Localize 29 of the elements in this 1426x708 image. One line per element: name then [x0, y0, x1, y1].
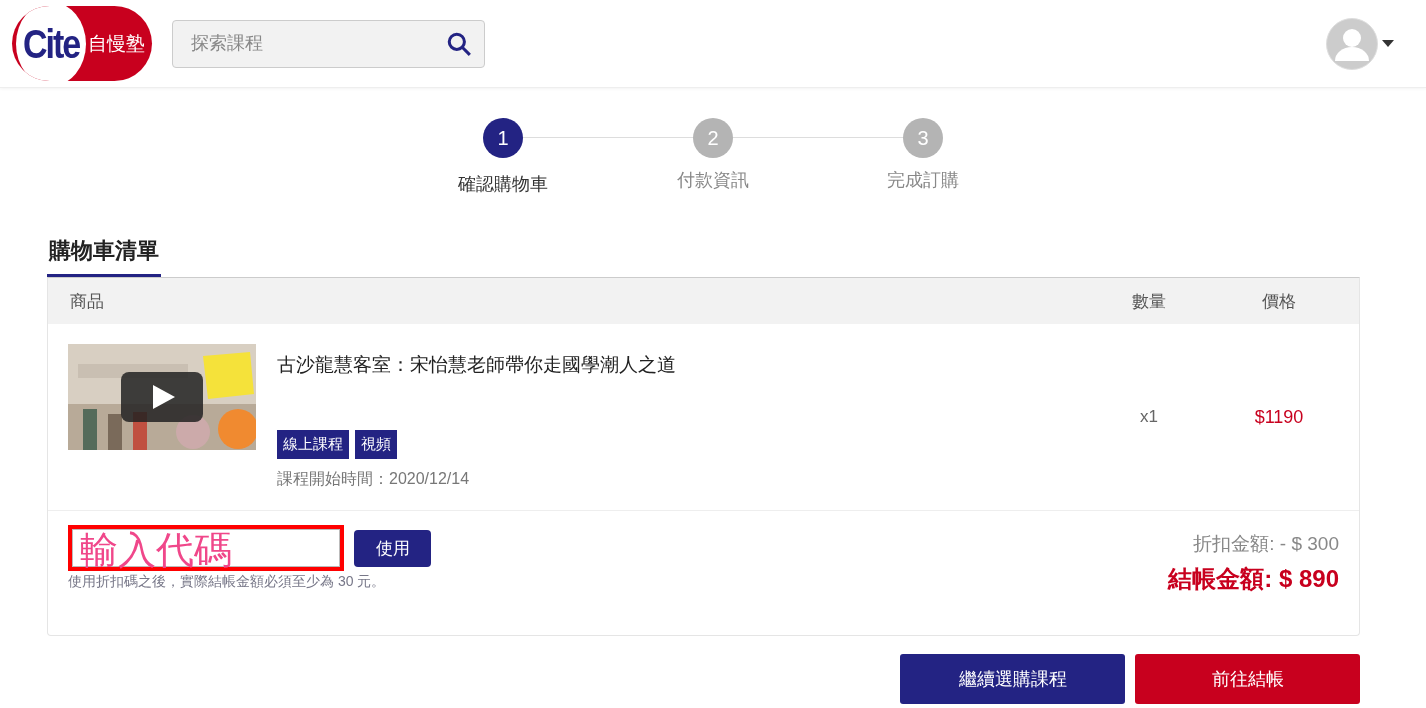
step-number: 2 — [693, 118, 733, 158]
quantity: x1 — [1139, 407, 1159, 427]
play-button-icon[interactable] — [121, 372, 203, 422]
step-label: 付款資訊 — [677, 169, 749, 192]
course-tag: 線上課程 — [277, 430, 349, 459]
coupon-note: 使用折扣碼之後，實際結帳金額必須至少為 30 元。 — [68, 573, 387, 591]
checkout-button[interactable]: 前往結帳 — [1135, 654, 1360, 704]
discount-amount: 折扣金額: - $ 300 — [1193, 532, 1339, 556]
caret-icon[interactable] — [1382, 40, 1394, 47]
step-label: 確認購物車 — [458, 173, 548, 196]
course-start-date: 課程開始時間：2020/12/14 — [277, 469, 471, 489]
continue-shopping-button[interactable]: 繼續選購課程 — [900, 654, 1125, 704]
step-number: 1 — [483, 118, 523, 158]
logo[interactable]: Cite 自慢塾 — [12, 6, 152, 81]
column-header: 數量 — [1131, 290, 1167, 313]
step-label: 完成訂購 — [887, 169, 959, 192]
course-tag: 視頻 — [355, 430, 397, 459]
apply-button[interactable]: 使用 — [354, 529, 431, 567]
annotation-text: 輸入代碼 — [80, 528, 232, 573]
course-title[interactable]: 古沙龍慧客室：宋怡慧老師帶你走國學潮人之道 — [277, 352, 1099, 378]
step-number: 3 — [903, 118, 943, 158]
price: $1190 — [1253, 406, 1305, 428]
search-bar[interactable]: 探索課程 — [172, 19, 485, 68]
column-header: 商品 — [70, 290, 105, 313]
coupon-field[interactable]: 輸入代碼 — [68, 525, 344, 571]
search-icon[interactable] — [446, 30, 472, 57]
column-header: 價格 — [1261, 290, 1297, 313]
total-amount: 結帳金額: $ 890 — [1168, 564, 1339, 594]
search-field[interactable]: 探索課程 — [189, 32, 446, 55]
